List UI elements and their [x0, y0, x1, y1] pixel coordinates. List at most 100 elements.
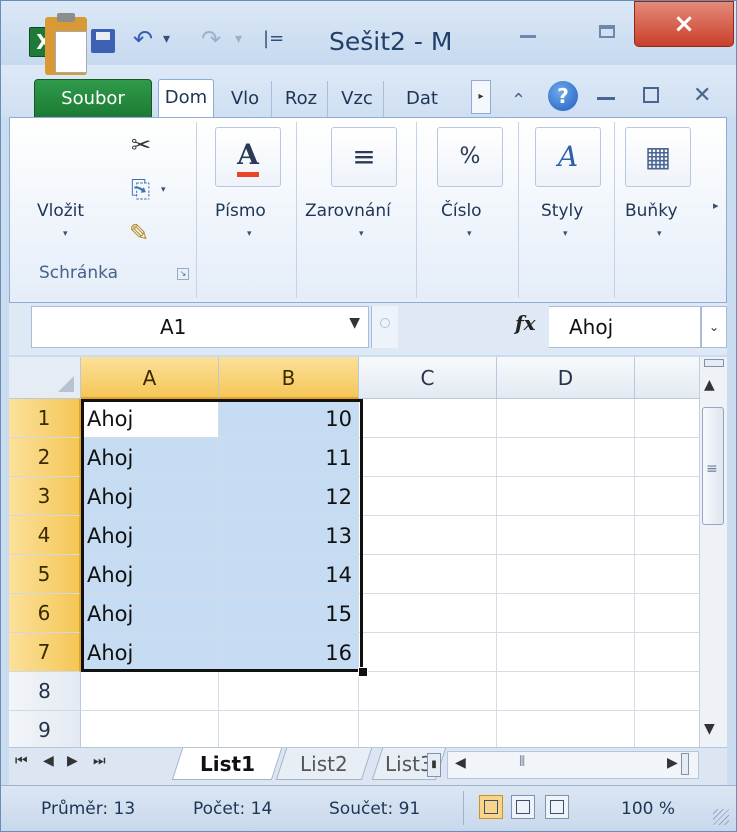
paste-dropdown-icon[interactable]: ▾: [63, 229, 68, 239]
column-header-c[interactable]: C: [359, 357, 497, 399]
normal-view-button[interactable]: [479, 795, 503, 819]
customize-qat-icon[interactable]: |=: [263, 28, 284, 49]
row-header[interactable]: 7: [9, 633, 81, 672]
column-header-b[interactable]: B: [219, 357, 359, 399]
column-header-e[interactable]: [635, 357, 699, 399]
cell-d[interactable]: [497, 399, 635, 438]
cell-e[interactable]: [635, 438, 699, 477]
cell-e[interactable]: [635, 477, 699, 516]
cell-a[interactable]: Ahoj: [81, 516, 219, 555]
paste-icon[interactable]: [45, 13, 87, 75]
row-header[interactable]: 3: [9, 477, 81, 516]
first-sheet-icon[interactable]: ⏮: [15, 753, 28, 769]
cell-d[interactable]: [497, 477, 635, 516]
cell-e[interactable]: [635, 555, 699, 594]
cell-e[interactable]: [635, 399, 699, 438]
copy-dropdown-icon[interactable]: ▾: [161, 185, 166, 195]
undo-dropdown-icon[interactable]: ▾: [163, 31, 170, 47]
number-button[interactable]: %: [437, 127, 503, 187]
cell-c[interactable]: [359, 633, 497, 672]
cell-c[interactable]: [359, 672, 497, 711]
row-header[interactable]: 2: [9, 438, 81, 477]
copy-icon[interactable]: ⎘: [131, 175, 150, 203]
prev-sheet-icon[interactable]: ◀: [43, 753, 54, 769]
cell-b[interactable]: 11: [219, 438, 359, 477]
cell-c[interactable]: [359, 477, 497, 516]
cell-b[interactable]: 16: [219, 633, 359, 672]
expand-formula-bar-icon[interactable]: ⌄: [701, 306, 727, 348]
insert-function-icon[interactable]: fx: [515, 311, 536, 335]
column-header-a[interactable]: A: [81, 357, 219, 399]
cell-b[interactable]: 15: [219, 594, 359, 633]
tab-data[interactable]: Dat: [387, 81, 457, 117]
cell-c[interactable]: [359, 594, 497, 633]
zoom-level[interactable]: 100 %: [621, 799, 675, 819]
scroll-down-icon[interactable]: ▼: [704, 721, 715, 737]
close-button[interactable]: ×: [634, 1, 734, 47]
scroll-left-icon[interactable]: ◀: [455, 755, 466, 771]
column-header-d[interactable]: D: [497, 357, 635, 399]
cell-a[interactable]: Ahoj: [81, 438, 219, 477]
sheet-tab-list2[interactable]: List2: [275, 748, 373, 780]
cell-d[interactable]: [497, 516, 635, 555]
fill-handle[interactable]: [358, 667, 368, 677]
cell-a[interactable]: Ahoj: [81, 633, 219, 672]
formula-bar-splitter[interactable]: [371, 306, 398, 348]
tab-file[interactable]: Soubor: [34, 79, 152, 119]
row-header[interactable]: 4: [9, 516, 81, 555]
cell-c[interactable]: [359, 555, 497, 594]
number-dropdown-icon[interactable]: ▾: [467, 229, 472, 239]
tab-formulas[interactable]: Vzc: [331, 81, 384, 117]
cell-c[interactable]: [359, 711, 497, 747]
scroll-right-icon[interactable]: ▶: [667, 755, 678, 771]
name-box[interactable]: A1 ▼: [31, 306, 369, 348]
cell-d[interactable]: [497, 555, 635, 594]
alignment-dropdown-icon[interactable]: ▾: [359, 229, 364, 239]
cell-d[interactable]: [497, 711, 635, 747]
row-header[interactable]: 5: [9, 555, 81, 594]
row-header[interactable]: 8: [9, 672, 81, 711]
cell-b[interactable]: [219, 672, 359, 711]
cell-e[interactable]: [635, 672, 699, 711]
paste-button[interactable]: Vložit: [37, 201, 84, 221]
ribbon-more-icon[interactable]: ▸: [713, 199, 719, 212]
cell-e[interactable]: [635, 516, 699, 555]
help-icon[interactable]: ?: [548, 81, 578, 111]
redo-dropdown-icon[interactable]: ▾: [235, 31, 242, 47]
minimize-button[interactable]: [498, 1, 558, 47]
horizontal-scrollbar[interactable]: [447, 751, 699, 779]
scroll-up-icon[interactable]: ▲: [704, 377, 715, 393]
formula-input[interactable]: Ahoj: [549, 306, 701, 348]
name-box-dropdown-icon[interactable]: ▼: [349, 315, 360, 331]
clipboard-launcher-icon[interactable]: ↘: [177, 268, 189, 280]
save-icon[interactable]: [91, 29, 115, 53]
tab-split-handle[interactable]: ▮: [427, 753, 441, 777]
styles-dropdown-icon[interactable]: ▾: [563, 229, 568, 239]
row-header[interactable]: 6: [9, 594, 81, 633]
doc-minimize-icon[interactable]: [597, 97, 615, 100]
horizontal-scroll-thumb[interactable]: ⦀: [519, 754, 525, 770]
redo-icon[interactable]: ↷: [201, 25, 221, 53]
styles-button[interactable]: A: [535, 127, 601, 187]
cells-dropdown-icon[interactable]: ▾: [657, 229, 662, 239]
cell-a[interactable]: [81, 711, 219, 747]
cell-d[interactable]: [497, 438, 635, 477]
row-header[interactable]: 9: [9, 711, 81, 747]
select-all-button[interactable]: [9, 357, 81, 399]
cell-b[interactable]: 10: [219, 399, 359, 438]
doc-close-icon[interactable]: ✕: [693, 83, 711, 108]
cell-d[interactable]: [497, 672, 635, 711]
doc-restore-icon[interactable]: [643, 87, 659, 103]
format-painter-icon[interactable]: ✎: [129, 219, 149, 247]
cell-e[interactable]: [635, 594, 699, 633]
cell-c[interactable]: [359, 399, 497, 438]
cell-b[interactable]: [219, 711, 359, 747]
alignment-button[interactable]: ≡: [331, 127, 397, 187]
resize-grip[interactable]: [713, 809, 729, 825]
cell-b[interactable]: 12: [219, 477, 359, 516]
worksheet-grid[interactable]: A B C D 1 Ahoj 10 2 Ahoj 11 3 Ahoj 12 4 Ahoj 13 5 Aho…: [9, 357, 699, 747]
cell-a[interactable]: [81, 672, 219, 711]
tab-home[interactable]: Dom: [158, 79, 214, 119]
cell-a[interactable]: Ahoj: [81, 555, 219, 594]
cell-e[interactable]: [635, 711, 699, 747]
